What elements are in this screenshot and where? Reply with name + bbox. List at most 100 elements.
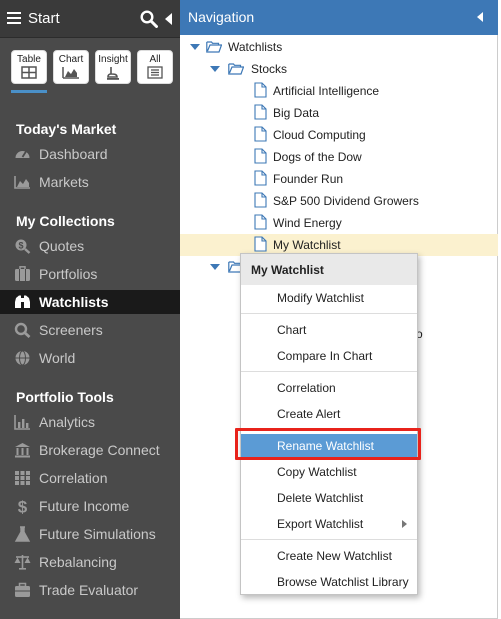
- sidebar: Start Table Chart Insight All Today's Ma…: [0, 0, 180, 619]
- menu-divider: [241, 371, 417, 372]
- tree-leaf-watchlist[interactable]: S&P 500 Dividend Growers: [250, 190, 490, 212]
- binoculars-icon: [15, 295, 30, 308]
- menu-item-delete-watchlist[interactable]: Delete Watchlist: [241, 486, 417, 510]
- sidebar-item-rebalancing[interactable]: Rebalancing: [0, 550, 180, 574]
- collapse-navigation-icon[interactable]: [477, 12, 483, 22]
- tree-node-watchlists[interactable]: Watchlists: [188, 36, 488, 58]
- collapse-sidebar-icon[interactable]: [165, 13, 172, 25]
- grid-icon: [15, 471, 30, 485]
- menu-item-browse-watchlist-library[interactable]: Browse Watchlist Library: [241, 570, 417, 594]
- sidebar-item-trade-evaluator[interactable]: Trade Evaluator: [0, 578, 180, 602]
- view-insight-button[interactable]: Insight: [95, 50, 131, 84]
- view-button-label: Chart: [58, 54, 84, 65]
- menu-item-modify-watchlist[interactable]: Modify Watchlist: [241, 286, 417, 310]
- document-icon: [254, 148, 267, 164]
- menu-item-label: Correlation: [277, 381, 336, 395]
- sidebar-item-label: Dashboard: [39, 146, 108, 162]
- menu-item-copy-watchlist[interactable]: Copy Watchlist: [241, 460, 417, 484]
- expand-arrow-icon[interactable]: [210, 66, 220, 72]
- expand-arrow-icon[interactable]: [210, 264, 220, 270]
- menu-item-label: Copy Watchlist: [277, 465, 357, 479]
- sidebar-item-brokerage-connect[interactable]: Brokerage Connect: [0, 438, 180, 462]
- sidebar-item-label: Rebalancing: [39, 554, 117, 570]
- sidebar-item-markets[interactable]: Markets: [0, 170, 180, 194]
- document-icon: [254, 214, 267, 230]
- sidebar-title[interactable]: Start: [28, 10, 60, 27]
- open-folder-icon: [206, 41, 222, 53]
- bank-icon: [15, 443, 30, 458]
- menu-item-correlation[interactable]: Correlation: [241, 376, 417, 400]
- sidebar-item-label: Brokerage Connect: [39, 442, 160, 458]
- tree-leaf-watchlist[interactable]: Wind Energy: [250, 212, 490, 234]
- sidebar-item-future-income[interactable]: $ Future Income: [0, 494, 180, 518]
- tree-node-label: Stocks: [251, 62, 288, 76]
- document-icon: [254, 126, 267, 142]
- dashboard-icon: [15, 151, 30, 158]
- menu-item-create-new-watchlist[interactable]: Create New Watchlist: [241, 544, 417, 568]
- sidebar-item-label: Future Simulations: [39, 526, 156, 542]
- all-icon: [147, 66, 163, 79]
- sidebar-item-world[interactable]: World: [0, 346, 180, 370]
- view-button-label: Table: [17, 54, 41, 65]
- menu-item-label: Modify Watchlist: [277, 291, 364, 305]
- tree-leaf-label: Artificial Intelligence: [273, 84, 380, 98]
- document-icon: [254, 170, 267, 186]
- context-menu-title: My Watchlist: [251, 263, 324, 277]
- tree-leaf-label: Founder Run: [273, 172, 344, 186]
- scale-icon: [14, 555, 31, 570]
- hamburger-menu-icon[interactable]: [7, 12, 21, 26]
- tree-leaf-watchlist[interactable]: Artificial Intelligence: [250, 80, 490, 102]
- view-chart-button[interactable]: Chart: [53, 50, 89, 84]
- view-table-button[interactable]: Table: [11, 50, 47, 84]
- context-menu-header: My Watchlist: [241, 254, 417, 285]
- tree-leaf-label: Cloud Computing: [273, 128, 366, 142]
- view-all-button[interactable]: All: [137, 50, 173, 84]
- active-view-indicator: [11, 90, 47, 93]
- view-button-label: Insight: [98, 54, 128, 65]
- sidebar-item-watchlists[interactable]: Watchlists: [0, 290, 180, 314]
- menu-item-label: Create Alert: [277, 407, 341, 421]
- sidebar-item-screeners[interactable]: Screeners: [0, 318, 180, 342]
- menu-item-compare-in-chart[interactable]: Compare In Chart: [241, 344, 417, 368]
- tree-node-label: Watchlists: [228, 40, 283, 54]
- sidebar-item-analytics[interactable]: Analytics: [0, 410, 180, 434]
- menu-item-chart[interactable]: Chart: [241, 318, 417, 342]
- sidebar-item-label: Quotes: [39, 238, 85, 254]
- tree-leaf-watchlist[interactable]: Cloud Computing: [250, 124, 490, 146]
- tree-leaf-watchlist[interactable]: Founder Run: [250, 168, 490, 190]
- sidebar-item-dashboard[interactable]: Dashboard: [0, 142, 180, 166]
- menu-item-label: Browse Watchlist Library: [277, 575, 409, 589]
- sidebar-item-correlation[interactable]: Correlation: [0, 466, 180, 490]
- document-icon: [254, 236, 267, 252]
- menu-item-create-alert[interactable]: Create Alert: [241, 402, 417, 426]
- sidebar-item-future-simulations[interactable]: Future Simulations: [0, 522, 180, 546]
- menu-item-label: Export Watchlist: [277, 517, 364, 531]
- menu-item-label: Create New Watchlist: [277, 549, 392, 563]
- tree-leaf-watchlist[interactable]: Big Data: [250, 102, 490, 124]
- svg-text:$: $: [18, 241, 23, 251]
- tree-leaf-watchlist[interactable]: Dogs of the Dow: [250, 146, 490, 168]
- menu-divider: [241, 539, 417, 540]
- tree-node-collapsed-group[interactable]: [188, 256, 248, 278]
- context-menu: My Watchlist Modify Watchlist Chart Comp…: [240, 253, 418, 595]
- view-button-label: All: [149, 54, 161, 65]
- sidebar-item-portfolios[interactable]: Portfolios: [0, 262, 180, 286]
- section-title-todays-market: Today's Market: [16, 121, 117, 137]
- search-icon[interactable]: [140, 10, 158, 28]
- menu-item-export-watchlist[interactable]: Export Watchlist: [241, 512, 417, 536]
- menu-item-label: Chart: [277, 323, 307, 337]
- flask-icon: [14, 526, 31, 542]
- quotes-icon: $: [15, 239, 31, 254]
- menu-item-label: Delete Watchlist: [277, 491, 364, 505]
- tree-node-stocks[interactable]: Stocks: [188, 58, 488, 80]
- sidebar-item-label: Analytics: [39, 414, 96, 430]
- expand-arrow-icon[interactable]: [190, 44, 200, 50]
- tree-leaf-label: S&P 500 Dividend Growers: [273, 194, 419, 208]
- sidebar-header: Start: [0, 0, 180, 38]
- sidebar-item-quotes[interactable]: $ Quotes: [0, 234, 180, 258]
- sidebar-item-label: Markets: [39, 174, 89, 190]
- sidebar-item-label: Watchlists: [39, 294, 109, 310]
- section-title-my-collections: My Collections: [16, 213, 115, 229]
- sidebar-item-label: Correlation: [39, 470, 108, 486]
- menu-divider: [241, 313, 417, 314]
